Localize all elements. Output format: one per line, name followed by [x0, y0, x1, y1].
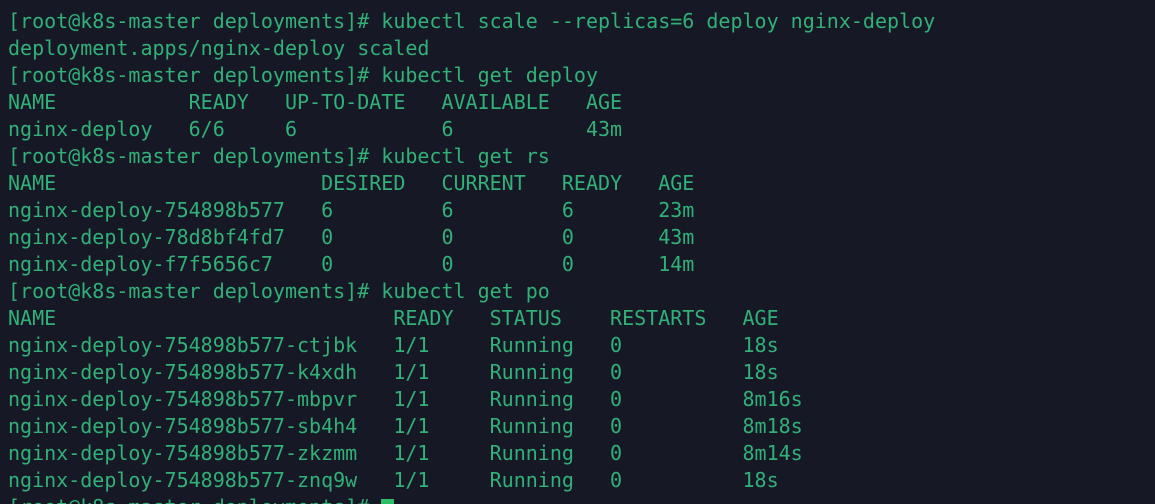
po-table-row: nginx-deploy-754898b577-mbpvr 1/1 Runnin…: [8, 386, 1155, 413]
deploy-table-header: NAME READY UP-TO-DATE AVAILABLE AGE: [8, 89, 1155, 116]
rs-table-row: nginx-deploy-78d8bf4fd7 0 0 0 43m: [8, 224, 1155, 251]
po-table-header: NAME READY STATUS RESTARTS AGE: [8, 305, 1155, 332]
po-table-row: nginx-deploy-754898b577-zkzmm 1/1 Runnin…: [8, 440, 1155, 467]
po-table-row: nginx-deploy-754898b577-sb4h4 1/1 Runnin…: [8, 413, 1155, 440]
rs-table-header: NAME DESIRED CURRENT READY AGE: [8, 170, 1155, 197]
prompt-line-get-po: [root@k8s-master deployments]# kubectl g…: [8, 278, 1155, 305]
deploy-table-row: nginx-deploy 6/6 6 6 43m: [8, 116, 1155, 143]
rs-table-row: nginx-deploy-f7f5656c7 0 0 0 14m: [8, 251, 1155, 278]
terminal-cursor: [381, 499, 394, 504]
terminal-screen[interactable]: [root@k8s-master deployments]# kubectl s…: [0, 0, 1155, 504]
prompt-line-scale-command: [root@k8s-master deployments]# kubectl s…: [8, 8, 1155, 35]
po-table-row: nginx-deploy-754898b577-znq9w 1/1 Runnin…: [8, 467, 1155, 494]
po-table-row: nginx-deploy-754898b577-k4xdh 1/1 Runnin…: [8, 359, 1155, 386]
prompt-line-get-rs: [root@k8s-master deployments]# kubectl g…: [8, 143, 1155, 170]
po-table-row: nginx-deploy-754898b577-ctjbk 1/1 Runnin…: [8, 332, 1155, 359]
rs-table-row: nginx-deploy-754898b577 6 6 6 23m: [8, 197, 1155, 224]
prompt-line-get-deploy: [root@k8s-master deployments]# kubectl g…: [8, 62, 1155, 89]
current-prompt-text: [root@k8s-master deployments]#: [8, 495, 381, 504]
current-prompt-line: [root@k8s-master deployments]#: [8, 494, 1155, 504]
output-deployment-scaled: deployment.apps/nginx-deploy scaled: [8, 35, 1155, 62]
